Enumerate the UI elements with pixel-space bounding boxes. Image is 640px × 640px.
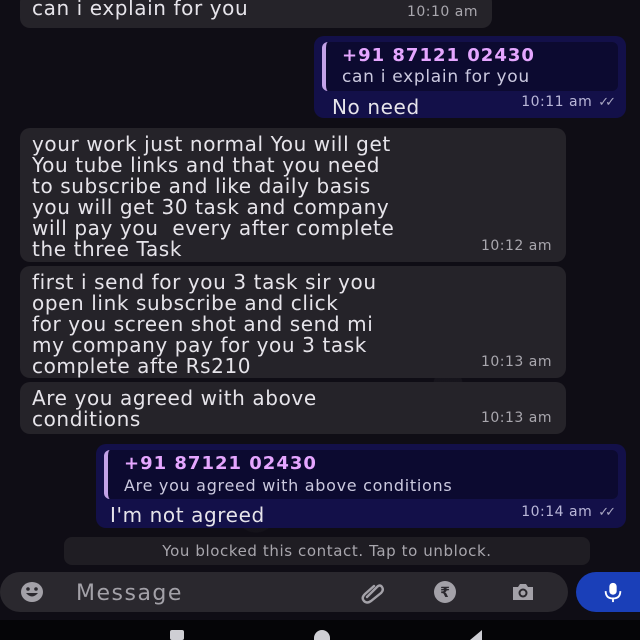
- message-time: 10:14 am: [521, 504, 593, 520]
- message-time: 10:12 am: [480, 238, 552, 254]
- camera-icon[interactable]: [510, 580, 536, 604]
- incoming-message[interactable]: Are you agreed with above conditions 10:…: [20, 382, 566, 434]
- message-text: Are you agreed with above conditions: [32, 386, 317, 431]
- quoted-text: Are you agreed with above conditions: [124, 476, 453, 495]
- message-time: 10:13 am: [480, 410, 552, 426]
- quoted-sender: +91 87121 02430: [342, 45, 535, 66]
- message-time: 10:13 am: [480, 354, 552, 370]
- message-time: 10:10 am: [406, 4, 478, 20]
- outgoing-message[interactable]: +91 87121 02430 can i explain for you No…: [314, 36, 626, 118]
- mic-icon: [604, 582, 622, 603]
- message-composer: ₹: [0, 572, 568, 612]
- double-check-icon: ✓✓: [598, 505, 616, 520]
- quoted-message[interactable]: +91 87121 02430 can i explain for you: [322, 42, 618, 91]
- rupee-icon[interactable]: ₹: [432, 580, 458, 604]
- paperclip-icon[interactable]: [360, 580, 386, 604]
- double-check-icon: ✓✓: [598, 95, 616, 110]
- recents-button[interactable]: [170, 630, 184, 640]
- system-navigation-bar: [0, 620, 640, 640]
- quoted-sender: +91 87121 02430: [124, 453, 317, 474]
- voice-message-button[interactable]: [576, 572, 640, 612]
- quoted-text: can i explain for you: [342, 67, 530, 87]
- outgoing-message[interactable]: +91 87121 02430 Are you agreed with abov…: [96, 444, 626, 528]
- incoming-message[interactable]: first i send for you 3 task sir you open…: [20, 266, 566, 378]
- incoming-message[interactable]: your work just normal You will get You t…: [20, 128, 566, 262]
- svg-text:₹: ₹: [440, 585, 450, 601]
- message-input[interactable]: [74, 576, 378, 610]
- back-button[interactable]: [470, 630, 482, 640]
- blocked-contact-banner[interactable]: You blocked this contact. Tap to unblock…: [64, 537, 590, 565]
- quoted-message[interactable]: +91 87121 02430 Are you agreed with abov…: [104, 450, 618, 499]
- message-text: your work just normal You will get You t…: [32, 132, 395, 261]
- message-time: 10:11 am: [521, 94, 593, 110]
- incoming-message[interactable]: can i explain for you 10:10 am: [20, 0, 492, 28]
- message-text: first i send for you 3 task sir you open…: [32, 270, 377, 378]
- emoji-icon[interactable]: [20, 581, 44, 603]
- home-button[interactable]: [314, 630, 330, 640]
